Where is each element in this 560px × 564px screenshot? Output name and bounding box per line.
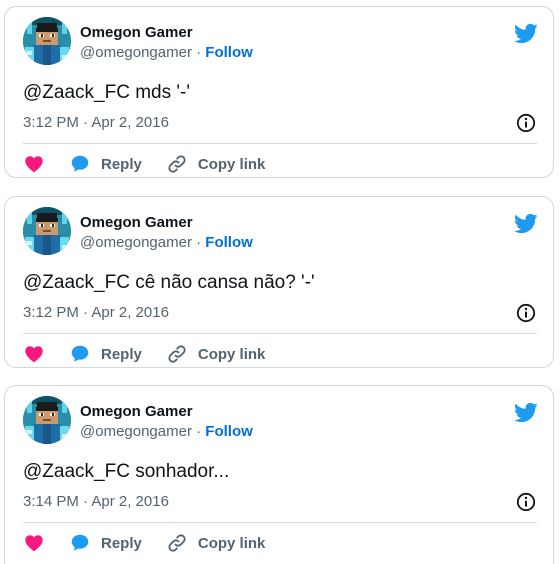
- separator-dot: ·: [196, 423, 202, 440]
- reply-button[interactable]: Reply: [69, 343, 142, 365]
- tweet-card[interactable]: Omegon Gamer @omegongamer · Follow @Zaac…: [4, 6, 554, 178]
- copy-link-button[interactable]: Copy link: [166, 153, 266, 175]
- like-button[interactable]: [23, 532, 45, 554]
- speech-bubble-icon: [69, 343, 91, 365]
- twitter-bird-icon[interactable]: [513, 21, 538, 46]
- author-handle[interactable]: @omegongamer: [80, 44, 192, 61]
- heart-icon: [23, 153, 45, 175]
- speech-bubble-icon: [69, 153, 91, 175]
- avatar[interactable]: [23, 396, 71, 444]
- tweet-timestamp[interactable]: 3:12 PM · Apr 2, 2016: [23, 113, 169, 133]
- divider: [23, 522, 537, 523]
- tweet-text: @Zaack_FC cê não cansa não? '-': [23, 272, 315, 293]
- twitter-bird-icon[interactable]: [513, 400, 538, 425]
- heart-icon: [23, 532, 45, 554]
- copy-link-label: Copy link: [197, 534, 266, 552]
- reply-button[interactable]: Reply: [69, 532, 142, 554]
- copy-link-label: Copy link: [197, 155, 266, 173]
- divider: [23, 143, 537, 144]
- author-name[interactable]: Omegon Gamer: [80, 213, 193, 233]
- author-name[interactable]: Omegon Gamer: [80, 23, 193, 43]
- tweet-text: @Zaack_FC sonhador...: [23, 461, 230, 482]
- author-name[interactable]: Omegon Gamer: [80, 402, 193, 422]
- copy-link-label: Copy link: [197, 345, 266, 363]
- author-handle-line: @omegongamer · Follow: [80, 422, 253, 442]
- tweet-timestamp[interactable]: 3:14 PM · Apr 2, 2016: [23, 492, 169, 512]
- like-button[interactable]: [23, 343, 45, 365]
- divider: [23, 333, 537, 334]
- follow-button[interactable]: Follow: [205, 44, 253, 61]
- reply-label: Reply: [101, 534, 142, 552]
- chain-link-icon: [166, 153, 188, 175]
- tweet-card[interactable]: Omegon Gamer @omegongamer · Follow @Zaac…: [4, 196, 554, 368]
- separator-dot: ·: [196, 44, 202, 61]
- separator-dot: ·: [196, 234, 202, 251]
- author-handle[interactable]: @omegongamer: [80, 234, 192, 251]
- info-circle-icon[interactable]: [516, 303, 536, 323]
- avatar[interactable]: [23, 207, 71, 255]
- author-handle-line: @omegongamer · Follow: [80, 233, 253, 253]
- copy-link-button[interactable]: Copy link: [166, 532, 266, 554]
- action-bar: Reply Copy link: [23, 531, 289, 555]
- chain-link-icon: [166, 343, 188, 365]
- tweet-feed: Omegon Gamer @omegongamer · Follow @Zaac…: [0, 0, 560, 564]
- reply-label: Reply: [101, 345, 142, 363]
- reply-label: Reply: [101, 155, 142, 173]
- twitter-bird-icon[interactable]: [513, 211, 538, 236]
- tweet-text: @Zaack_FC mds '-': [23, 82, 190, 103]
- chain-link-icon: [166, 532, 188, 554]
- avatar[interactable]: [23, 17, 71, 65]
- copy-link-button[interactable]: Copy link: [166, 343, 266, 365]
- info-circle-icon[interactable]: [516, 113, 536, 133]
- tweet-timestamp[interactable]: 3:12 PM · Apr 2, 2016: [23, 303, 169, 323]
- like-button[interactable]: [23, 153, 45, 175]
- author-handle[interactable]: @omegongamer: [80, 423, 192, 440]
- speech-bubble-icon: [69, 532, 91, 554]
- follow-button[interactable]: Follow: [205, 423, 253, 440]
- action-bar: Reply Copy link: [23, 342, 289, 366]
- follow-button[interactable]: Follow: [205, 234, 253, 251]
- action-bar: Reply Copy link: [23, 152, 289, 176]
- tweet-card[interactable]: Omegon Gamer @omegongamer · Follow @Zaac…: [4, 385, 554, 564]
- info-circle-icon[interactable]: [516, 492, 536, 512]
- author-handle-line: @omegongamer · Follow: [80, 43, 253, 63]
- heart-icon: [23, 343, 45, 365]
- reply-button[interactable]: Reply: [69, 153, 142, 175]
